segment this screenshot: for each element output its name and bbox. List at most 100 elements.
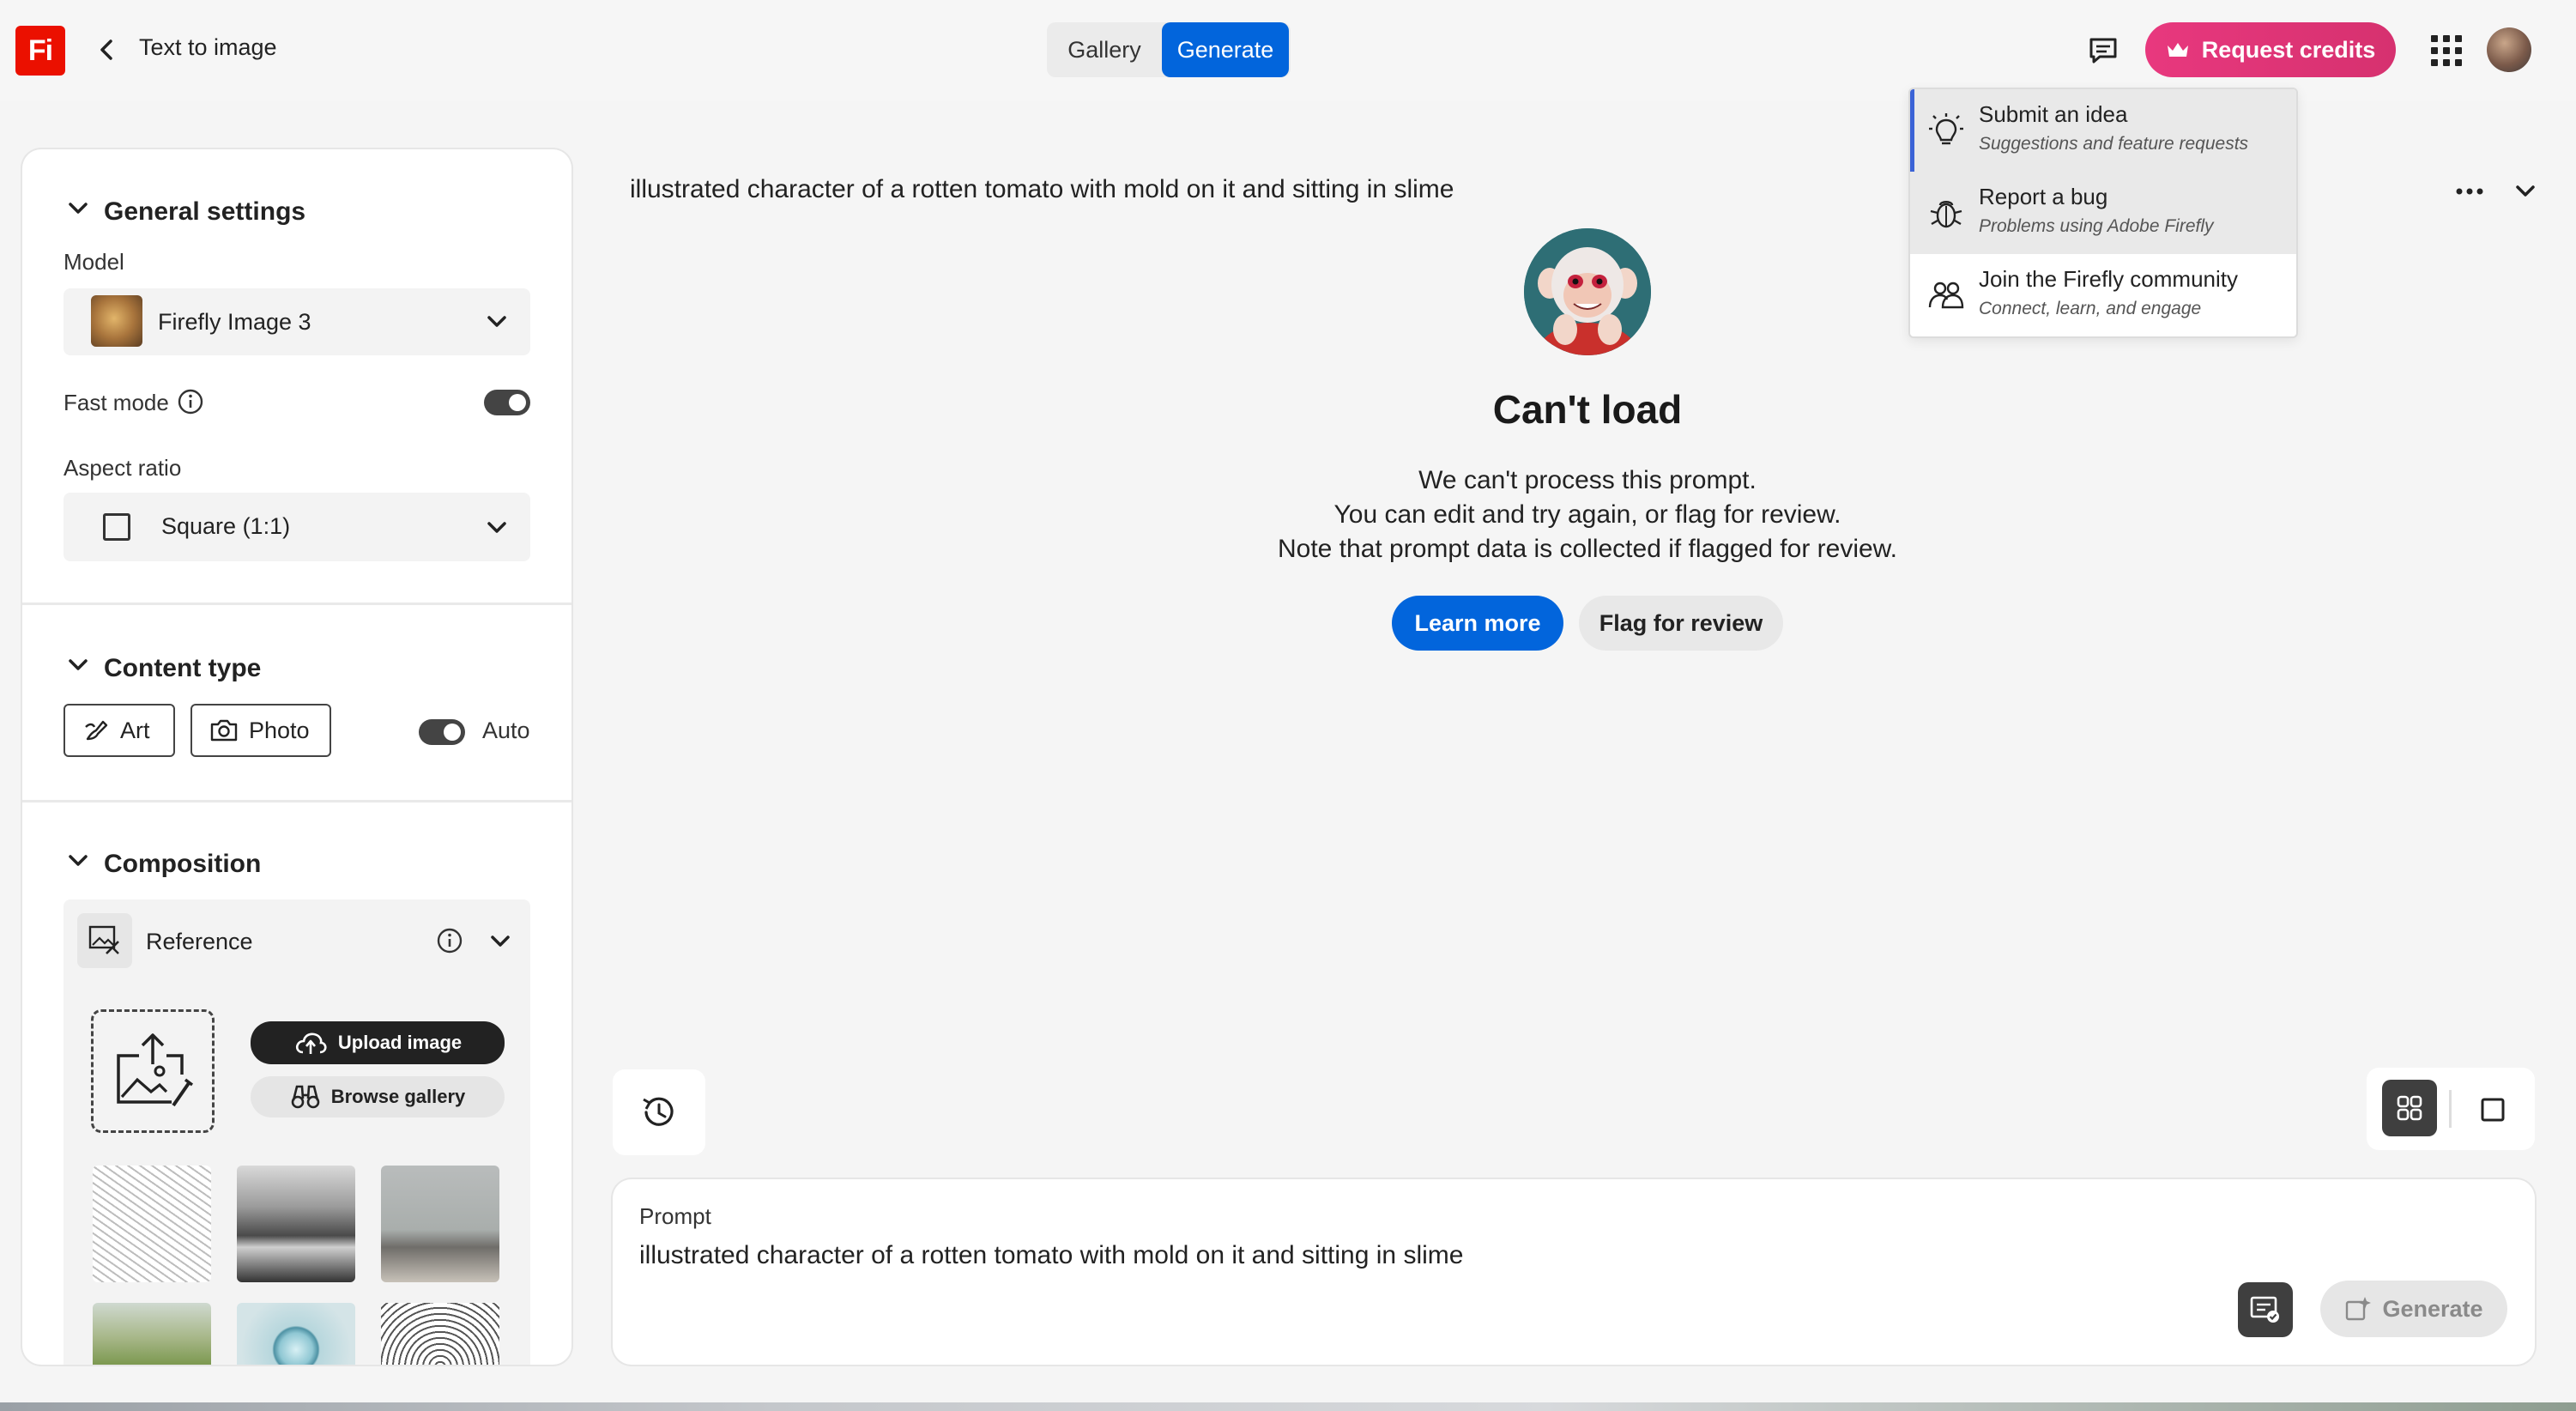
- menu-item-title: Join the Firefly community: [1979, 266, 2238, 292]
- feedback-button[interactable]: [2083, 31, 2123, 70]
- menu-item-report-bug[interactable]: Report a bug Problems using Adobe Firefl…: [1910, 172, 2296, 254]
- general-settings-title: General settings: [104, 197, 306, 226]
- binoculars-icon: [291, 1085, 320, 1109]
- photo-label: Photo: [249, 717, 310, 743]
- section-divider: [22, 800, 571, 802]
- content-type-art[interactable]: Art: [63, 704, 175, 757]
- image-upload-icon: [117, 1033, 194, 1107]
- info-icon[interactable]: [177, 388, 204, 415]
- feedback-menu: Submit an idea Suggestions and feature r…: [1908, 88, 2298, 338]
- upload-image-label: Upload image: [337, 1032, 463, 1053]
- chevron-down-icon: [2516, 185, 2535, 197]
- grid-view-button[interactable]: [2382, 1080, 2437, 1136]
- camera-icon: [210, 719, 238, 742]
- chevron-down-icon: [69, 855, 88, 866]
- reference-thumbnail[interactable]: [381, 1303, 499, 1365]
- reference-thumbnail[interactable]: [93, 1303, 211, 1365]
- browse-gallery-button[interactable]: Browse gallery: [251, 1076, 505, 1117]
- chevron-down-icon: [69, 659, 88, 670]
- reference-thumbnail[interactable]: [237, 1166, 355, 1282]
- request-credits-button[interactable]: Request credits: [2145, 22, 2396, 77]
- history-button[interactable]: [613, 1069, 705, 1155]
- lightbulb-icon: [1929, 113, 1963, 145]
- chevron-down-icon[interactable]: [487, 929, 513, 954]
- collapse-button[interactable]: [2511, 177, 2540, 206]
- more-horizontal-icon: [2456, 188, 2483, 195]
- taskbar-strip: [0, 1402, 2576, 1411]
- fast-mode-toggle[interactable]: [484, 390, 530, 415]
- user-avatar[interactable]: [2487, 27, 2531, 72]
- style-reference-button[interactable]: [2238, 1282, 2293, 1337]
- menu-item-submit-idea[interactable]: Submit an idea Suggestions and feature r…: [1910, 89, 2296, 172]
- reference-card: Reference Upload image Browse gallery: [63, 899, 530, 1365]
- prompt-label: Prompt: [639, 1203, 711, 1229]
- auto-label: Auto: [482, 718, 530, 743]
- art-label: Art: [120, 717, 150, 743]
- reference-thumbnail[interactable]: [381, 1166, 499, 1282]
- browse-gallery-label: Browse gallery: [330, 1086, 466, 1107]
- model-value: Firefly Image 3: [158, 309, 311, 335]
- view-toggle-divider: [2449, 1090, 2452, 1128]
- tab-gallery[interactable]: Gallery: [1055, 26, 1153, 74]
- history-icon: [643, 1097, 674, 1126]
- generate-button[interactable]: Generate: [2320, 1281, 2507, 1337]
- reference-image-icon: [88, 925, 119, 954]
- tab-generate[interactable]: Generate: [1162, 22, 1289, 77]
- reference-thumbnail[interactable]: [93, 1166, 211, 1282]
- menu-item-subtitle: Connect, learn, and engage: [1979, 299, 2202, 318]
- chat-bubble-icon: [2089, 38, 2117, 64]
- chevron-down-icon: [487, 522, 506, 533]
- model-select[interactable]: Firefly Image 3: [63, 288, 530, 355]
- image-check-icon: [2250, 1296, 2279, 1323]
- aspect-ratio-select[interactable]: Square (1:1): [63, 493, 530, 561]
- grid-icon: [2397, 1095, 2422, 1121]
- chevron-left-icon: [100, 39, 112, 60]
- reference-thumbnail[interactable]: [237, 1303, 355, 1365]
- auto-toggle[interactable]: [419, 719, 465, 745]
- info-icon[interactable]: [436, 927, 463, 954]
- content-type-toggle[interactable]: [65, 652, 91, 678]
- more-options-button[interactable]: [2451, 179, 2488, 204]
- crown-icon: [2167, 43, 2188, 57]
- flag-for-review-button[interactable]: Flag for review: [1579, 596, 1783, 651]
- menu-item-title: Submit an idea: [1979, 101, 2128, 127]
- section-divider: [22, 603, 571, 605]
- error-line: We can't process this prompt.: [1418, 466, 1757, 494]
- monkey-illustration-icon: [1524, 228, 1651, 355]
- chevron-down-icon: [69, 203, 88, 214]
- composition-title: Composition: [104, 850, 262, 878]
- composition-toggle[interactable]: [65, 848, 91, 874]
- single-view-button[interactable]: [2468, 1088, 2518, 1131]
- upload-image-button[interactable]: Upload image: [251, 1021, 505, 1064]
- reference-icon-box: [77, 913, 132, 968]
- error-title: Can't load: [1492, 387, 1683, 432]
- generate-label: Generate: [2382, 1295, 2483, 1322]
- chevron-down-icon: [487, 316, 506, 327]
- apps-button[interactable]: [2428, 33, 2464, 69]
- general-settings-toggle[interactable]: [65, 196, 91, 221]
- content-type-photo[interactable]: Photo: [190, 704, 331, 757]
- reference-label: Reference: [146, 929, 253, 954]
- error-illustration: [1524, 228, 1651, 355]
- error-message: We can't process this prompt. You can ed…: [1201, 463, 1974, 566]
- aspect-ratio-value: Square (1:1): [161, 513, 291, 539]
- menu-item-join-community[interactable]: Join the Firefly community Connect, lear…: [1910, 254, 2296, 336]
- back-button[interactable]: [89, 33, 124, 67]
- bug-icon: [1930, 201, 1962, 228]
- learn-more-button[interactable]: Learn more: [1392, 596, 1563, 651]
- firefly-logo[interactable]: Fi: [15, 26, 65, 76]
- brush-icon: [85, 720, 108, 741]
- error-line: Note that prompt data is collected if fl…: [1277, 535, 1898, 563]
- settings-panel: General settings Model Firefly Image 3 F…: [22, 149, 571, 1365]
- model-label: Model: [63, 249, 124, 275]
- reference-drop-zone[interactable]: [91, 1009, 215, 1133]
- square-icon: [103, 513, 130, 541]
- aspect-ratio-label: Aspect ratio: [63, 455, 182, 481]
- sparkle-image-icon: [2346, 1297, 2372, 1321]
- focus-indicator: [1910, 89, 1914, 172]
- fast-mode-label: Fast mode: [63, 390, 169, 415]
- request-credits-label: Request credits: [2201, 36, 2376, 63]
- square-view-icon: [2481, 1098, 2505, 1122]
- menu-item-subtitle: Suggestions and feature requests: [1979, 134, 2249, 154]
- prompt-input[interactable]: illustrated character of a rotten tomato…: [639, 1241, 1463, 1270]
